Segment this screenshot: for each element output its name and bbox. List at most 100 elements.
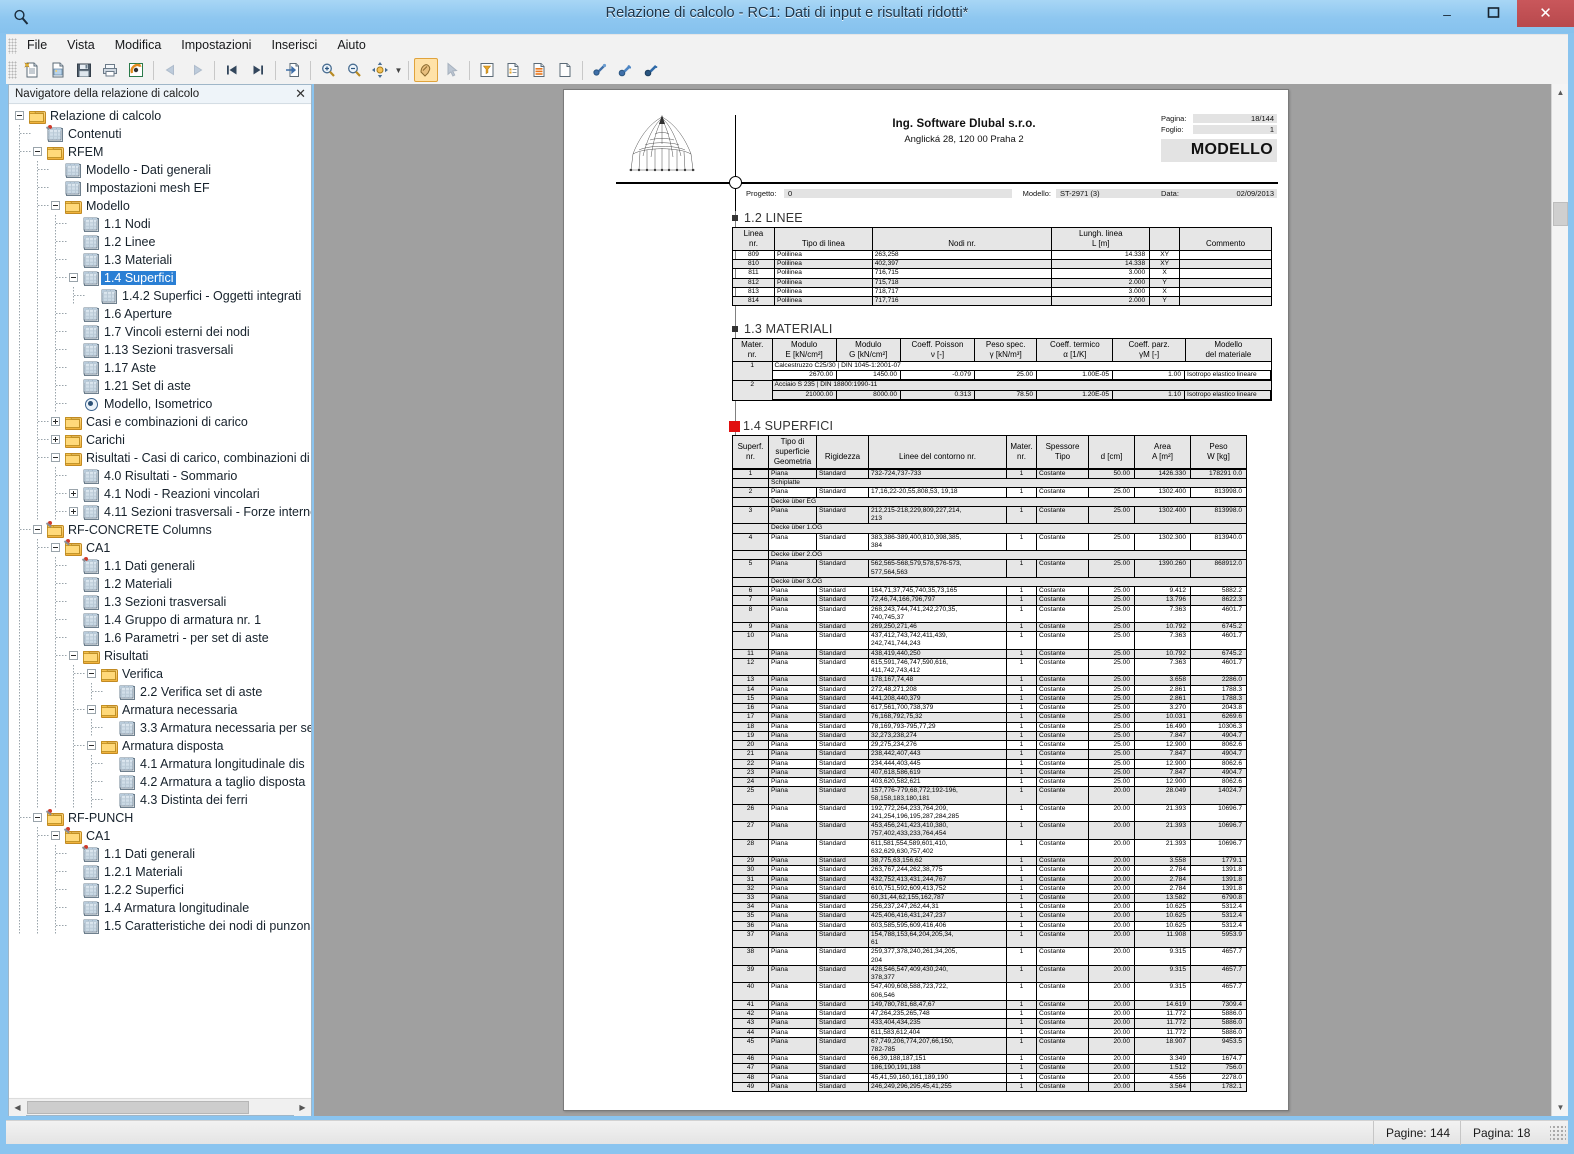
tree-expand-icon[interactable] (51, 417, 60, 426)
save-icon[interactable] (72, 58, 96, 82)
tree-item-risultati[interactable]: Risultati (9, 647, 311, 665)
tree-collapse-icon[interactable] (51, 201, 60, 210)
unlock-icon[interactable] (614, 58, 638, 82)
tree-item-modello[interactable]: Modello (9, 197, 311, 215)
lock-icon[interactable] (640, 58, 664, 82)
tree-item-1-2-linee[interactable]: 1.2 Linee (9, 233, 311, 251)
tree-item-armatura-necessaria[interactable]: Armatura necessaria (9, 701, 311, 719)
document-viewport[interactable]: Ing. Software Dlubal s.r.o. Anglická 28,… (314, 84, 1568, 1116)
tree-item-4-0-risultati-sommario[interactable]: 4.0 Risultati - Sommario (9, 467, 311, 485)
menu-inserisci[interactable]: Inserisci (261, 35, 327, 56)
tree-item-1-3-sezioni-trasversali[interactable]: 1.3 Sezioni trasversali (9, 593, 311, 611)
tree-item-1-4-superfici[interactable]: 1.4 Superfici (9, 269, 311, 287)
export-page-icon[interactable] (281, 58, 305, 82)
tree-item-4-3-distinta-dei-ferri[interactable]: 4.3 Distinta dei ferri (9, 791, 311, 809)
navigator-horizontal-scrollbar[interactable]: ◀ ▶ (9, 1098, 311, 1116)
next-page-icon[interactable] (185, 58, 209, 82)
tree-expand-icon[interactable] (51, 435, 60, 444)
document-vertical-scrollbar[interactable]: ▲ ▼ (1551, 84, 1568, 1116)
zoom-in-icon[interactable] (316, 58, 340, 82)
tree-item-1-5-caratteristiche-dei-nodi-di-punzona[interactable]: 1.5 Caratteristiche dei nodi di punzona (9, 917, 311, 935)
menu-aiuto[interactable]: Aiuto (327, 35, 376, 56)
scroll-up-icon[interactable]: ▲ (1552, 84, 1568, 101)
tree-item-4-1-armatura-longitudinale-dis[interactable]: 4.1 Armatura longitudinale dis (9, 755, 311, 773)
tree-item-1-21-set-di-aste[interactable]: 1.21 Set di aste (9, 377, 311, 395)
page-layout-icon[interactable] (527, 58, 551, 82)
open-report-icon[interactable] (46, 58, 70, 82)
tree-collapse-icon[interactable] (33, 525, 42, 534)
scrollbar-thumb[interactable] (27, 1101, 249, 1114)
tree-item-ca1[interactable]: CA1 (9, 539, 311, 557)
tree-collapse-icon[interactable] (51, 831, 60, 840)
tree-item-4-2-armatura-a-taglio-disposta[interactable]: 4.2 Armatura a taglio disposta (9, 773, 311, 791)
menu-file[interactable]: File (17, 35, 57, 56)
filter-icon[interactable] (475, 58, 499, 82)
tree-item-1-4-gruppo-di-armatura-nr-1[interactable]: 1.4 Gruppo di armatura nr. 1 (9, 611, 311, 629)
menu-vista[interactable]: Vista (57, 35, 105, 56)
report-page[interactable]: Ing. Software Dlubal s.r.o. Anglická 28,… (563, 89, 1289, 1111)
toolbar-drag-grip[interactable] (8, 61, 17, 79)
tree-collapse-icon[interactable] (87, 741, 96, 750)
tree-item-4-1-nodi-reazioni-vincolari[interactable]: 4.1 Nodi - Reazioni vincolari (9, 485, 311, 503)
report-selection-icon[interactable] (501, 58, 525, 82)
tree-collapse-icon[interactable] (69, 273, 78, 282)
navigator-tree[interactable]: Relazione di calcolo Contenuti RFEM Modello… (9, 105, 311, 1097)
tree-item-verifica[interactable]: Verifica (9, 665, 311, 683)
chevron-down-icon[interactable]: ▼ (393, 58, 404, 82)
tree-item-4-11-sezioni-trasversali-forze-interne[interactable]: 4.11 Sezioni trasversali - Forze interne (9, 503, 311, 521)
tree-item-risultati-casi-di-carico-combinazioni-di[interactable]: Risultati - Casi di carico, combinazioni… (9, 449, 311, 467)
tree-item-1-1-dati-generali[interactable]: 1.1 Dati generali (9, 845, 311, 863)
navigator-close-icon[interactable]: ✕ (295, 86, 306, 102)
scroll-down-icon[interactable]: ▼ (1552, 1099, 1568, 1116)
blank-page-icon[interactable] (553, 58, 577, 82)
tree-collapse-icon[interactable] (33, 813, 42, 822)
tree-item-1-4-2-superfici-oggetti-integrati[interactable]: 1.4.2 Superfici - Oggetti integrati (9, 287, 311, 305)
scroll-left-icon[interactable]: ◀ (9, 1098, 26, 1116)
tree-collapse-icon[interactable] (33, 147, 42, 156)
tree-collapse-icon[interactable] (87, 669, 96, 678)
previous-page-icon[interactable] (159, 58, 183, 82)
minimize-button[interactable]: – (1424, 0, 1470, 27)
print-icon[interactable] (98, 58, 122, 82)
tree-item-1-7-vincoli-esterni-dei-nodi[interactable]: 1.7 Vincoli esterni dei nodi (9, 323, 311, 341)
tree-expand-icon[interactable] (69, 489, 78, 498)
tree-item-1-6-aperture[interactable]: 1.6 Aperture (9, 305, 311, 323)
tree-item-1-17-aste[interactable]: 1.17 Aste (9, 359, 311, 377)
tree-item-1-6-parametri-per-set-di-aste[interactable]: 1.6 Parametri - per set di aste (9, 629, 311, 647)
tree-collapse-icon[interactable] (51, 543, 60, 552)
scrollbar-thumb[interactable] (1553, 202, 1568, 226)
tree-item-relazione-di-calcolo[interactable]: Relazione di calcolo (9, 107, 311, 125)
scroll-right-icon[interactable]: ▶ (294, 1098, 311, 1116)
zoom-out-icon[interactable] (342, 58, 366, 82)
tree-item-ca1[interactable]: CA1 (9, 827, 311, 845)
print-preview-icon[interactable] (124, 58, 148, 82)
pan-move-icon[interactable] (368, 58, 392, 82)
last-page-icon[interactable] (246, 58, 270, 82)
tree-item-contenuti[interactable]: Contenuti (9, 125, 311, 143)
tree-item-1-2-1-materiali[interactable]: 1.2.1 Materiali (9, 863, 311, 881)
tree-item-1-1-dati-generali[interactable]: 1.1 Dati generali (9, 557, 311, 575)
tree-collapse-icon[interactable] (51, 453, 60, 462)
select-arrow-icon[interactable] (440, 58, 464, 82)
pan-hand-icon[interactable] (414, 58, 438, 82)
tree-item-1-4-armatura-longitudinale[interactable]: 1.4 Armatura longitudinale (9, 899, 311, 917)
menu-impostazioni[interactable]: Impostazioni (171, 35, 261, 56)
tree-expand-icon[interactable] (69, 507, 78, 516)
menu-drag-grip[interactable] (8, 37, 17, 54)
tree-item-1-13-sezioni-trasversali[interactable]: 1.13 Sezioni trasversali (9, 341, 311, 359)
new-report-icon[interactable] (20, 58, 44, 82)
tree-item-casi-e-combinazioni-di-carico[interactable]: Casi e combinazioni di carico (9, 413, 311, 431)
tree-item-carichi[interactable]: Carichi (9, 431, 311, 449)
tree-collapse-icon[interactable] (15, 111, 24, 120)
maximize-button[interactable] (1470, 0, 1516, 27)
tree-item-modello-dati-generali[interactable]: Modello - Dati generali (9, 161, 311, 179)
tree-collapse-icon[interactable] (69, 651, 78, 660)
tree-item-armatura-disposta[interactable]: Armatura disposta (9, 737, 311, 755)
close-button[interactable]: ✕ (1517, 0, 1574, 27)
tree-item-1-2-2-superfici[interactable]: 1.2.2 Superfici (9, 881, 311, 899)
link-icon[interactable] (588, 58, 612, 82)
resize-grip-icon[interactable] (1550, 1124, 1566, 1141)
menu-modifica[interactable]: Modifica (105, 35, 172, 56)
tree-item-2-2-verifica-set-di-aste[interactable]: 2.2 Verifica set di aste (9, 683, 311, 701)
first-page-icon[interactable] (220, 58, 244, 82)
